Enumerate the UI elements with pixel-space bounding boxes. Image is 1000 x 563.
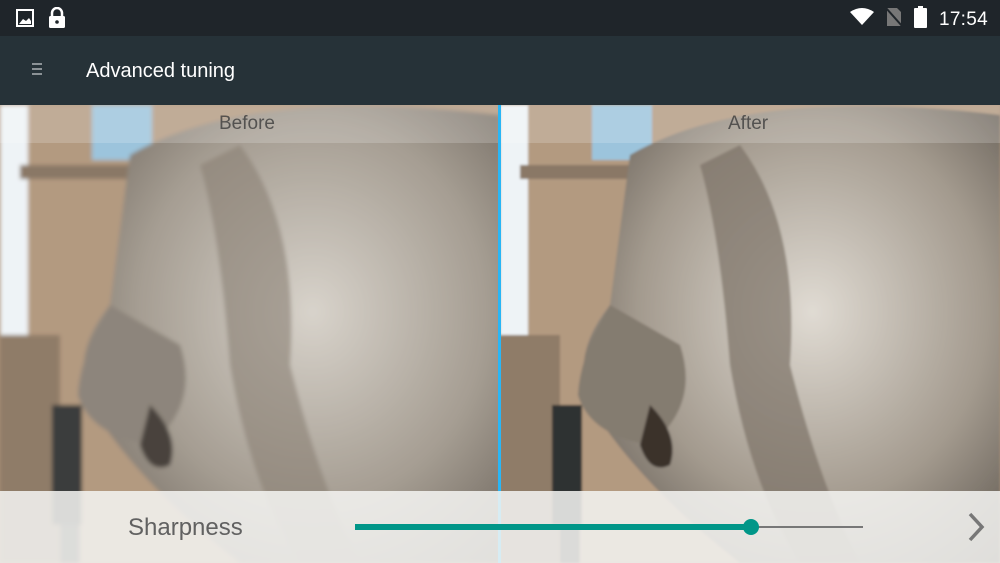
sharpness-slider[interactable] (355, 513, 863, 541)
clock: 17:54 (939, 9, 988, 31)
wifi-icon (850, 8, 874, 31)
chevron-right-icon (962, 532, 990, 549)
tuning-control-panel: Sharpness (0, 491, 1000, 563)
image-icon (16, 9, 34, 32)
slider-thumb[interactable] (743, 519, 759, 535)
no-sim-icon (886, 7, 902, 32)
status-bar: 17:54 (0, 0, 1000, 36)
next-parameter-button[interactable] (962, 509, 990, 545)
before-label: Before (219, 113, 275, 135)
after-label: After (728, 113, 768, 135)
app-bar: Advanced tuning (0, 36, 1000, 105)
menu-icon[interactable] (28, 61, 46, 81)
parameter-label: Sharpness (128, 514, 243, 542)
page-title: Advanced tuning (86, 60, 235, 83)
battery-icon (914, 6, 927, 33)
lock-icon (48, 7, 66, 34)
slider-fill (355, 524, 751, 530)
